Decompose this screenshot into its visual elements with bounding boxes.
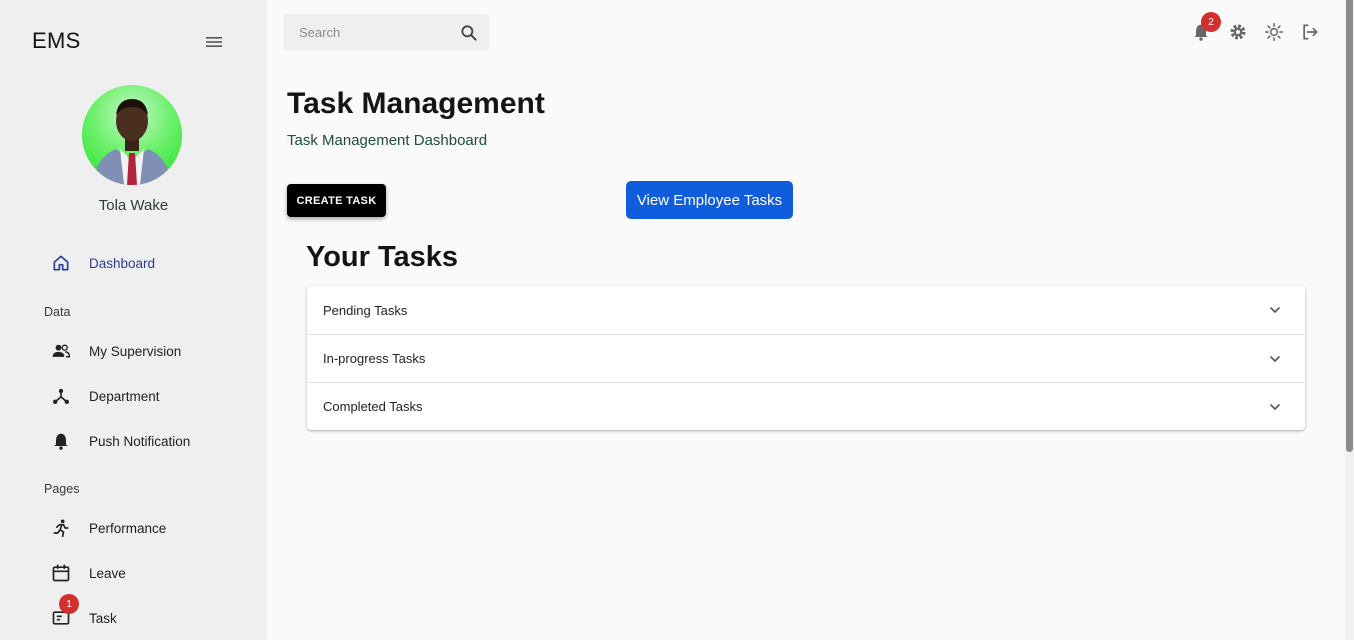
sidebar-item-performance[interactable]: Performance bbox=[0, 508, 267, 548]
sidebar-item-department[interactable]: Department bbox=[0, 376, 267, 416]
notifications-button[interactable]: 2 bbox=[1189, 12, 1221, 44]
sun-icon bbox=[1264, 22, 1284, 42]
sidebar-item-label: Push Notification bbox=[89, 433, 191, 449]
page-subtitle: Task Management Dashboard bbox=[287, 132, 488, 149]
run-icon bbox=[49, 516, 73, 540]
settings-button[interactable] bbox=[1226, 20, 1250, 44]
chevron-down-icon bbox=[1263, 347, 1287, 371]
sidebar-item-label: Leave bbox=[89, 565, 126, 581]
chevron-down-icon bbox=[1263, 298, 1287, 322]
view-employee-tasks-button[interactable]: View Employee Tasks bbox=[626, 181, 793, 219]
app-root: EMS Tola Wake Dashboard Data My Supervis… bbox=[0, 0, 1354, 640]
sidebar-item-leave[interactable]: Leave bbox=[0, 553, 267, 593]
notification-badge: 2 bbox=[1201, 12, 1221, 32]
task-count-badge: 1 bbox=[59, 594, 79, 614]
page-title: Task Management bbox=[287, 87, 545, 120]
calendar-icon bbox=[49, 561, 73, 585]
search-input[interactable] bbox=[299, 25, 459, 40]
tasks-accordion: Pending Tasks In-progress Tasks Complete… bbox=[307, 286, 1305, 430]
bell-icon bbox=[49, 429, 73, 453]
sidebar-item-label: My Supervision bbox=[89, 343, 182, 359]
accordion-completed-tasks[interactable]: Completed Tasks bbox=[307, 382, 1305, 430]
sidebar-item-task[interactable]: 1 Task bbox=[0, 594, 267, 638]
menu-icon bbox=[206, 37, 222, 47]
sidebar-item-label: Performance bbox=[89, 520, 167, 536]
section-label-pages: Pages bbox=[44, 482, 80, 496]
hub-icon bbox=[49, 384, 73, 408]
section-label-data: Data bbox=[44, 305, 71, 319]
logout-button[interactable] bbox=[1298, 20, 1322, 44]
avatar-portrait bbox=[92, 99, 172, 185]
sidebar-item-label: Dashboard bbox=[89, 255, 156, 271]
gear-icon bbox=[1230, 24, 1246, 40]
accordion-label: Pending Tasks bbox=[323, 302, 408, 318]
search-icon bbox=[461, 25, 477, 41]
people-icon bbox=[49, 339, 73, 363]
sidebar-item-my-supervision[interactable]: My Supervision bbox=[0, 331, 267, 371]
sidebar: EMS Tola Wake Dashboard Data My Supervis… bbox=[0, 0, 267, 640]
sidebar-item-label: Department bbox=[89, 388, 160, 404]
accordion-in-progress-tasks[interactable]: In-progress Tasks bbox=[307, 334, 1305, 382]
avatar bbox=[82, 85, 182, 185]
profile-name: Tola Wake bbox=[98, 197, 169, 214]
accordion-pending-tasks[interactable]: Pending Tasks bbox=[307, 286, 1305, 334]
brand-title: EMS bbox=[32, 28, 81, 53]
logout-icon bbox=[1303, 24, 1318, 40]
search-button[interactable] bbox=[457, 21, 481, 45]
home-icon bbox=[49, 251, 73, 275]
chevron-down-icon bbox=[1263, 395, 1287, 419]
page-scrollbar[interactable] bbox=[1345, 0, 1354, 640]
accordion-label: In-progress Tasks bbox=[323, 351, 426, 366]
sidebar-item-push-notification[interactable]: Push Notification bbox=[0, 421, 267, 461]
your-tasks-heading: Your Tasks bbox=[306, 241, 459, 273]
search-box bbox=[283, 14, 489, 51]
create-task-button[interactable]: CREATE TASK bbox=[287, 184, 386, 217]
accordion-label: Completed Tasks bbox=[323, 399, 423, 414]
sidebar-item-dashboard[interactable]: Dashboard bbox=[0, 243, 267, 283]
theme-toggle-button[interactable] bbox=[1262, 20, 1286, 44]
scrollbar-thumb[interactable] bbox=[1346, 0, 1353, 452]
menu-toggle-button[interactable] bbox=[200, 28, 228, 56]
sidebar-item-label: Task bbox=[89, 610, 117, 626]
